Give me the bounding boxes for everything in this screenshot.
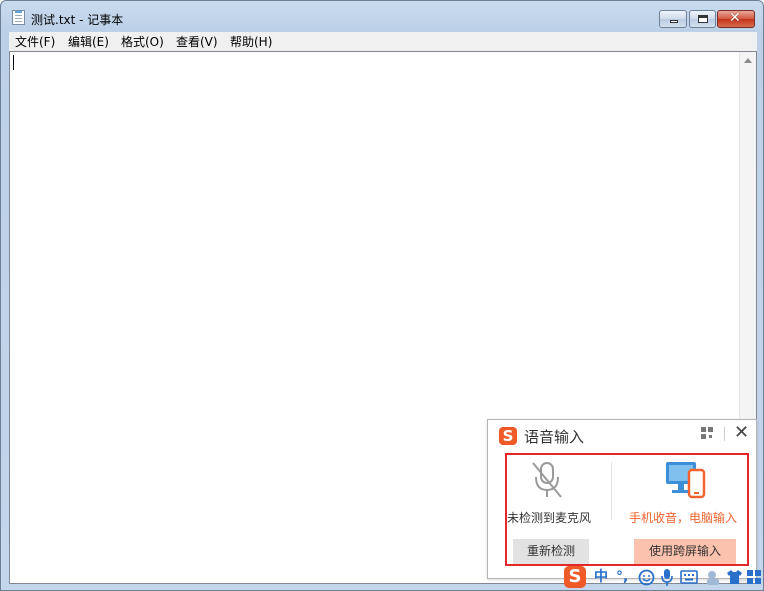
- punctuation-toggle[interactable]: °,: [616, 568, 628, 586]
- close-icon: ✕: [729, 10, 741, 26]
- title-bar[interactable]: 测试.txt - 记事本 ✕: [1, 1, 763, 32]
- popup-close-icon[interactable]: ✕: [734, 423, 749, 443]
- skin-icon[interactable]: [726, 569, 743, 585]
- menu-bar: 文件(F) 编辑(E) 格式(O) 查看(V) 帮助(H): [9, 32, 757, 51]
- menu-format[interactable]: 格式(O): [121, 33, 164, 50]
- window-title: 测试.txt - 记事本: [31, 13, 124, 27]
- minimize-icon: [670, 20, 678, 23]
- keyboard-icon[interactable]: [680, 570, 698, 584]
- qr-code-icon[interactable]: [701, 427, 713, 439]
- mic-disabled-icon: [532, 462, 562, 498]
- ime-toolbar: S 中 °,: [562, 565, 764, 591]
- sogou-ime-logo-icon[interactable]: S: [564, 566, 586, 588]
- phone-input-text: 手机收音，电脑输入: [629, 511, 738, 525]
- popup-title: 语音输入: [524, 428, 585, 446]
- maximize-icon: [698, 15, 708, 23]
- menu-edit[interactable]: 编辑(E): [68, 33, 109, 50]
- menu-file[interactable]: 文件(F): [15, 33, 55, 50]
- chinese-mode-toggle[interactable]: 中: [594, 568, 608, 586]
- mic-icon[interactable]: [660, 568, 674, 587]
- no-microphone-text: 未检测到麦克风: [507, 511, 592, 525]
- voice-input-popup: S 语音输入 ✕ 未检测到麦克风 手机收音，电脑输入 重新检测 使用跨屏输入: [487, 419, 757, 579]
- maximize-button[interactable]: [689, 10, 716, 28]
- emoji-icon[interactable]: [638, 569, 655, 586]
- menu-help[interactable]: 帮助(H): [230, 33, 272, 50]
- header-separator: [724, 427, 725, 441]
- cross-screen-input-button[interactable]: 使用跨屏输入: [634, 539, 736, 564]
- notepad-app-icon[interactable]: [12, 10, 25, 25]
- minimize-button[interactable]: [659, 10, 687, 28]
- scroll-up-arrow-icon[interactable]: [744, 58, 752, 63]
- retry-detect-button[interactable]: 重新检测: [513, 539, 589, 564]
- option-divider: [611, 462, 612, 520]
- menu-grid-icon[interactable]: [747, 570, 762, 585]
- sogou-logo-icon: S: [499, 427, 517, 445]
- menu-view[interactable]: 查看(V): [176, 33, 218, 50]
- tools-icon[interactable]: [704, 569, 724, 587]
- text-caret: [13, 55, 14, 70]
- close-button[interactable]: ✕: [717, 10, 755, 28]
- phone-pc-icon: [666, 462, 706, 499]
